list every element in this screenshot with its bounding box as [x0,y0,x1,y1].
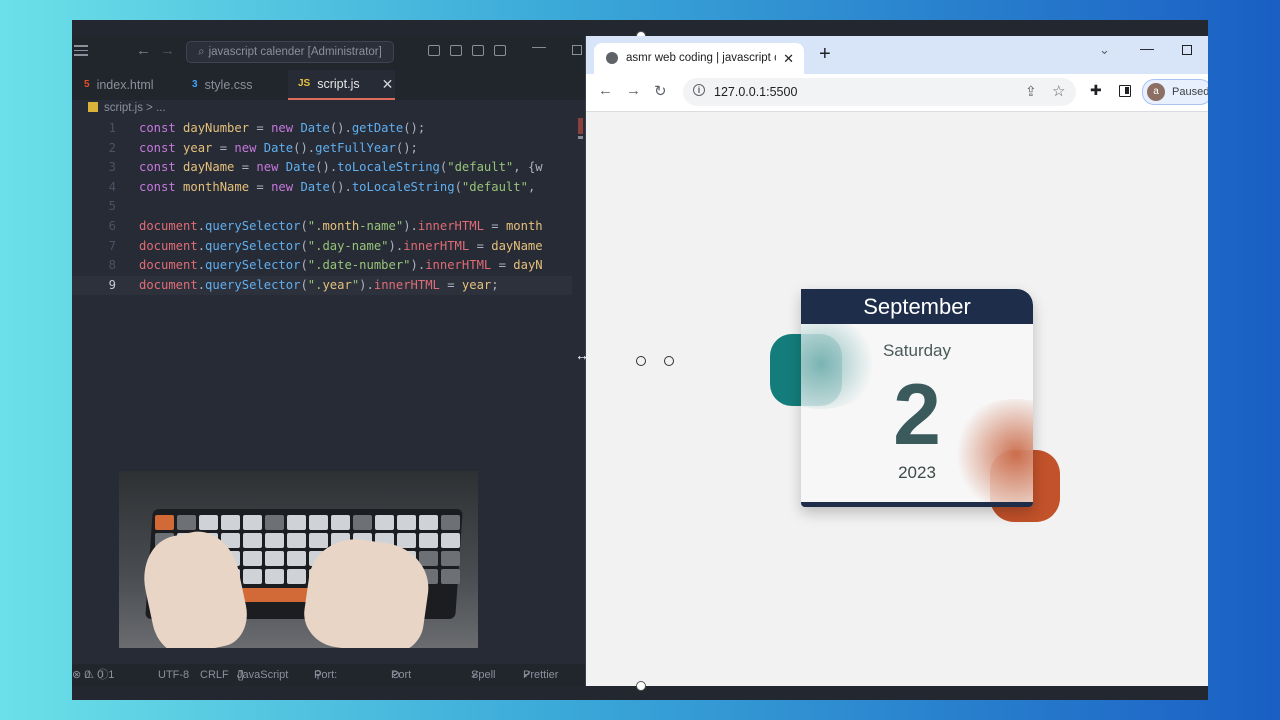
code-text: document.querySelector(".month-name").in… [139,218,543,233]
code-editor: ← → ⌕ javascript calender [Administrator]… [72,36,585,700]
encoding-status[interactable]: UTF-8 [158,664,189,686]
browser-tab[interactable]: asmr web coding | javascript cale ✕ [594,43,804,74]
web-page: September Saturday 2 2023 [586,112,1208,686]
line-number: 3 [108,160,116,175]
search-icon: ⌕ [198,46,205,58]
line-number: 2 [108,140,116,155]
code-text: const year = new Date().getFullYear(); [139,140,418,155]
side-panel-icon[interactable] [1119,85,1131,97]
code-line: 3 const dayName = new Date().toLocaleStri… [72,158,572,178]
maximize-icon[interactable] [1182,45,1192,55]
html-file-icon: 5 [84,79,90,90]
code-line-current: 9 document.querySelector(".year").innerHT… [72,275,572,296]
code-text: const dayName = new Date().toLocaleStrin… [139,160,543,175]
code-line: 4 const monthName = new Date().toLocaleSt… [72,178,572,198]
globe-icon [606,52,618,64]
js-file-icon: JS [298,78,311,89]
toggle-secondary-sidebar-icon[interactable] [472,45,484,56]
reload-icon[interactable]: ↻ [654,82,667,100]
browser-tab-strip: asmr web coding | javascript cale ✕ + ⌄ … [586,36,1208,74]
editor-titlebar: ← → ⌕ javascript calender [Administrator]… [72,36,585,70]
code-line: 5 [72,197,572,217]
command-center[interactable]: ⌕ javascript calender [Administrator] [186,41,394,63]
line-number: 4 [108,179,116,194]
editor-tabs: 5 index.html 3 style.css JS script.js ✕ [72,70,585,100]
keyboard-webcam-overlay [119,471,478,648]
browser-tab-title: asmr web coding | javascript cale [626,52,776,64]
screen: ← → ⌕ javascript calender [Administrator]… [72,20,1208,700]
close-tab-icon[interactable]: ✕ [382,69,394,99]
status-bar: ⊗ 0 ⚠ 0 ⓘ 1 UTF-8 CRLF {} JavaScript ⚲ P… [72,664,585,700]
css-file-icon: 3 [192,79,198,90]
code-area[interactable]: 1 const dayNumber = new Date().getDate();… [72,119,572,296]
line-number: 7 [108,238,116,253]
code-line: 6 document.querySelector(".month-name").i… [72,217,572,237]
code-line: 1 const dayNumber = new Date().getDate(); [72,119,572,139]
info-icon[interactable]: i [693,84,705,96]
url-text: 127.0.0.1:5500 [714,85,798,99]
line-number: 9 [108,277,116,292]
command-center-label: javascript calender [Administrator] [208,46,382,58]
forward-arrow-icon[interactable]: → [626,82,641,99]
browser-window: asmr web coding | javascript cale ✕ + ⌄ … [586,36,1208,686]
avatar: a [1147,83,1165,101]
line-number: 8 [108,258,116,273]
breadcrumb[interactable]: script.js > ... [88,102,166,114]
code-text: const monthName = new Date().toLocaleStr… [139,179,536,194]
tab-label: script.js [317,77,360,91]
date-number: 2 [893,367,941,463]
toggle-panel-icon[interactable] [450,45,462,56]
minimize-icon[interactable]: — [1140,40,1154,56]
tab-script-js[interactable]: JS script.js ✕ [288,70,395,100]
back-arrow-icon[interactable]: ← [136,42,151,59]
problems-status[interactable]: ⊗ 0 ⚠ 0 ⓘ 1 [72,664,114,686]
scrollbar-marker[interactable] [578,118,583,134]
minimize-icon[interactable]: — [532,38,546,54]
day-name: Saturday [882,341,952,360]
close-tab-icon[interactable]: ✕ [783,43,794,74]
line-number: 1 [108,121,116,135]
code-line: 2 const year = new Date().getFullYear(); [72,139,572,159]
profile-button[interactable]: a Paused [1142,79,1208,105]
code-text: document.querySelector(".day-name").inne… [139,238,543,253]
tab-style-css[interactable]: 3 style.css [192,70,253,100]
maximize-icon[interactable] [572,45,582,55]
tab-label: style.css [204,78,253,92]
chevron-down-icon[interactable]: ⌄ [1099,42,1110,58]
back-arrow-icon[interactable]: ← [598,82,613,99]
new-tab-icon[interactable]: + [819,43,831,66]
month-name: September [801,289,1033,324]
code-text: document.querySelector(".date-number").i… [139,258,543,273]
browser-toolbar: ← → ↻ i 127.0.0.1:5500 ⇪ ☆ ✚ a Paused [586,74,1208,112]
handle-dot[interactable] [664,356,674,366]
tab-index-html[interactable]: 5 index.html [84,70,154,100]
line-number: 5 [108,199,116,214]
js-file-icon [88,102,98,112]
window-handles [636,356,674,366]
share-icon[interactable]: ⇪ [1025,83,1037,100]
line-number: 6 [108,218,116,233]
extensions-puzzle-icon[interactable]: ✚ [1090,82,1102,99]
bookmark-star-icon[interactable]: ☆ [1052,82,1065,100]
forward-arrow-icon[interactable]: → [160,42,175,59]
menu-icon[interactable] [74,45,88,57]
toggle-sidebar-icon[interactable] [428,45,440,56]
address-bar[interactable]: i 127.0.0.1:5500 ⇪ ☆ [683,78,1076,106]
eol-status[interactable]: CRLF [200,664,229,686]
calendar-bottom-bar [801,502,1033,507]
breadcrumb-text: script.js > ... [104,102,166,114]
scrollbar-cursor-marker [578,136,583,139]
tab-label: index.html [96,78,154,92]
code-line: 8 document.querySelector(".date-number").… [72,256,572,276]
code-line: 7 document.querySelector(".day-name").inn… [72,237,572,257]
layout-controls [428,45,506,56]
code-text: const dayNumber = new Date().getDate(); [139,121,426,135]
profile-status: Paused [1172,86,1208,98]
handle-dot[interactable] [636,356,646,366]
code-text: document.querySelector(".year").innerHTM… [139,277,499,292]
customize-layout-icon[interactable] [494,45,506,56]
calendar-card: September Saturday 2 2023 [801,289,1033,507]
year: 2023 [898,463,936,482]
resize-handle-bottom[interactable] [636,681,646,691]
